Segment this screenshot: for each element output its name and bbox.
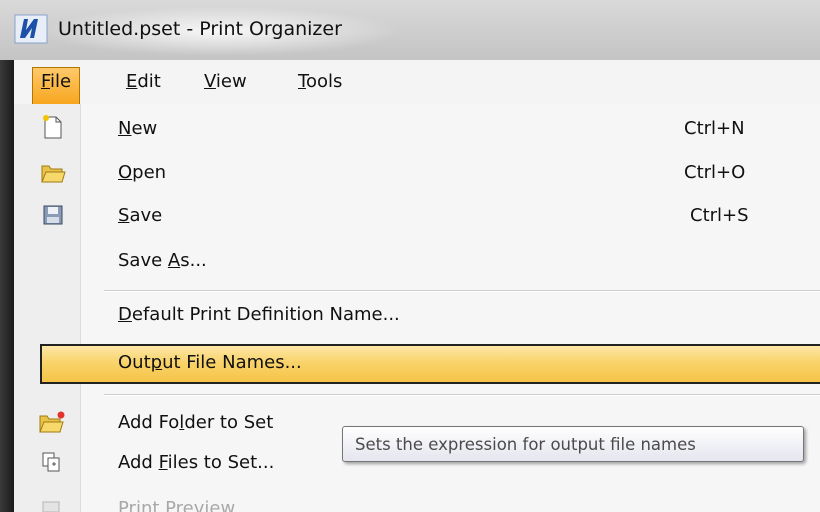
menu-item-open[interactable]: Open (118, 162, 166, 183)
menu-item-new[interactable]: New (118, 118, 157, 139)
menu-item-add-folder-to-set[interactable]: Add Folder to Set (118, 412, 273, 433)
menu-item-output-file-names[interactable]: Output File Names... (118, 352, 302, 373)
menu-item-save[interactable]: Save (118, 205, 162, 226)
add-folder-icon (39, 411, 65, 433)
save-disk-icon (43, 205, 63, 225)
menu-bar: File Edit View Tools (14, 60, 820, 105)
tooltip: Sets the expression for output file name… (342, 426, 804, 462)
menu-separator (104, 290, 820, 292)
shortcut-save: Ctrl+S (690, 205, 749, 226)
new-document-icon (43, 115, 62, 139)
print-preview-icon (42, 501, 60, 512)
add-files-icon (42, 452, 60, 472)
menu-item-default-print-definition-name[interactable]: Default Print Definition Name... (118, 304, 400, 325)
menu-separator (104, 394, 820, 396)
menu-item-print-preview[interactable]: Print Preview (118, 498, 235, 512)
menu-edit[interactable]: Edit (118, 68, 169, 96)
menu-tools[interactable]: Tools (290, 68, 350, 96)
window-title-bar[interactable]: Untitled.pset - Print Organizer (0, 0, 820, 60)
menu-view[interactable]: View (196, 68, 255, 96)
menu-item-save-as[interactable]: Save As... (118, 250, 207, 271)
menu-file[interactable]: File (32, 67, 81, 105)
window-frame-left (0, 60, 14, 512)
shortcut-new: Ctrl+N (684, 118, 745, 139)
menu-item-add-files-to-set[interactable]: Add Files to Set... (118, 452, 274, 473)
window-title: Untitled.pset - Print Organizer (58, 18, 342, 40)
shortcut-open: Ctrl+O (684, 162, 746, 183)
open-folder-icon (41, 165, 66, 183)
print-organizer-app-icon[interactable] (14, 14, 48, 44)
